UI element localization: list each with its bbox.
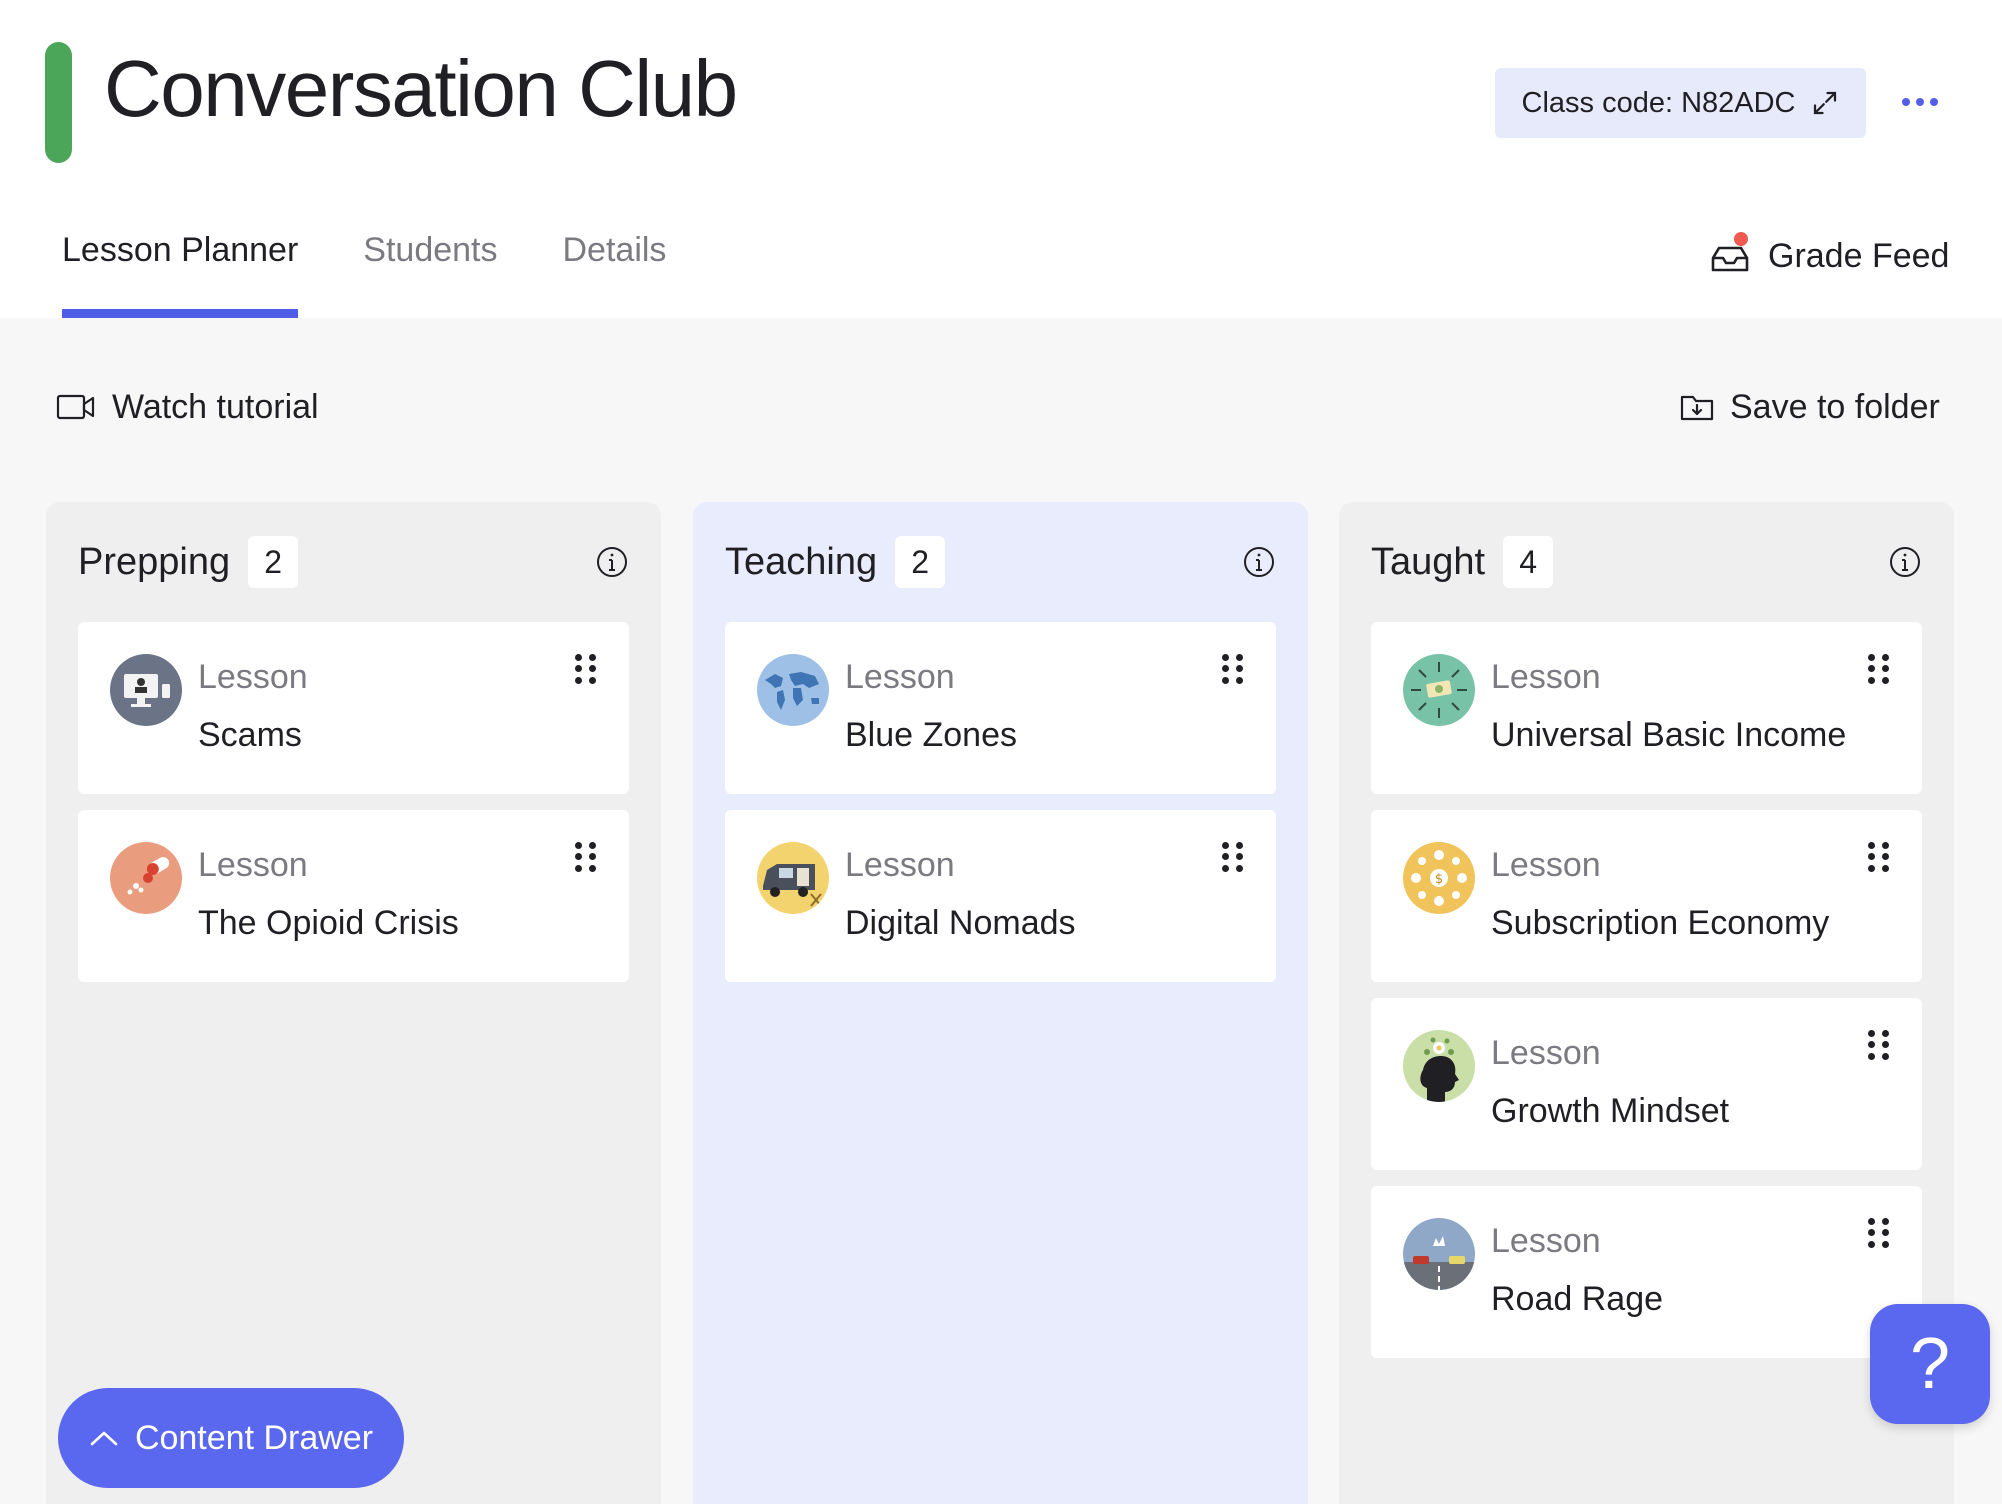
drag-handle-icon[interactable]: [1222, 654, 1244, 684]
lesson-type-label: Lesson: [198, 846, 308, 884]
lesson-type-label: Lesson: [1491, 1034, 1601, 1072]
lesson-type-label: Lesson: [845, 658, 955, 696]
tab-lesson-planner[interactable]: Lesson Planner: [62, 225, 299, 318]
lesson-title: Growth Mindset: [1491, 1092, 1730, 1130]
money-icon: [1403, 654, 1475, 726]
column-count-badge: 2: [895, 536, 946, 588]
title-accent-bar: [45, 42, 72, 163]
lesson-card-scams[interactable]: Lesson Scams: [78, 622, 629, 794]
grade-feed-label: Grade Feed: [1768, 236, 1950, 275]
head-flowers-icon: [1403, 1030, 1475, 1102]
column-count-badge: 4: [1503, 536, 1554, 588]
watch-tutorial-button[interactable]: Watch tutorial: [56, 382, 319, 432]
lesson-title: Scams: [198, 716, 302, 754]
lesson-type-label: Lesson: [1491, 846, 1601, 884]
pills-icon: [110, 842, 182, 914]
lesson-card-opioid-crisis[interactable]: Lesson The Opioid Crisis: [78, 810, 629, 982]
cars-road-icon: [1403, 1218, 1475, 1290]
column-count-badge: 2: [248, 536, 299, 588]
drag-handle-icon[interactable]: [1868, 842, 1890, 872]
column-teaching: Teaching 2 Lesson Blue Zones Lesson Digi…: [693, 502, 1308, 1504]
lesson-card-subscription-economy[interactable]: $ Lesson Subscription Economy: [1371, 810, 1922, 982]
drag-handle-icon[interactable]: [1868, 1030, 1890, 1060]
lesson-type-label: Lesson: [845, 846, 955, 884]
computer-scam-icon: [110, 654, 182, 726]
watch-tutorial-label: Watch tutorial: [112, 387, 319, 426]
page-header: Conversation Club Class code: N82ADC Les…: [0, 0, 2002, 318]
info-icon[interactable]: [595, 545, 629, 579]
chevron-up-icon: [90, 1431, 118, 1446]
lesson-card-digital-nomads[interactable]: Lesson Digital Nomads: [725, 810, 1276, 982]
column-taught: Taught 4 Lesson Universal Basic Income $…: [1339, 502, 1954, 1504]
lesson-card-blue-zones[interactable]: Lesson Blue Zones: [725, 622, 1276, 794]
content-drawer-label: Content Drawer: [134, 1418, 374, 1457]
lesson-card-road-rage[interactable]: Lesson Road Rage: [1371, 1186, 1922, 1358]
class-code-label: Class code: N82ADC: [1521, 86, 1796, 119]
save-to-folder-label: Save to folder: [1730, 387, 1940, 426]
notification-dot: [1734, 232, 1748, 246]
column-prepping: Prepping 2 Lesson Scams Lesson The Opioi…: [46, 502, 661, 1504]
lesson-type-label: Lesson: [1491, 658, 1601, 696]
lesson-title: Road Rage: [1491, 1280, 1664, 1318]
info-icon[interactable]: [1242, 545, 1276, 579]
camper-van-icon: [757, 842, 829, 914]
video-camera-icon: [56, 394, 95, 420]
lesson-title: The Opioid Crisis: [198, 904, 459, 942]
lesson-type-label: Lesson: [1491, 1222, 1601, 1260]
svg-text:$: $: [1435, 872, 1443, 887]
drag-handle-icon[interactable]: [575, 654, 597, 684]
lesson-title: Blue Zones: [845, 716, 1017, 754]
column-title: Teaching: [725, 540, 878, 583]
dollar-network-icon: $: [1403, 842, 1475, 914]
lesson-title: Digital Nomads: [845, 904, 1076, 942]
world-map-icon: [757, 654, 829, 726]
info-icon[interactable]: [1888, 545, 1922, 579]
more-options-icon[interactable]: [1895, 80, 1945, 124]
class-code-button[interactable]: Class code: N82ADC: [1495, 68, 1866, 138]
tab-details[interactable]: Details: [563, 225, 667, 318]
drag-handle-icon[interactable]: [575, 842, 597, 872]
content-drawer-button[interactable]: Content Drawer: [58, 1388, 404, 1488]
drag-handle-icon[interactable]: [1222, 842, 1244, 872]
page-title: Conversation Club: [104, 44, 738, 133]
lesson-title: Subscription Economy: [1491, 904, 1830, 942]
lesson-card-growth-mindset[interactable]: Lesson Growth Mindset: [1371, 998, 1922, 1170]
inbox-icon: [1710, 232, 1750, 274]
drag-handle-icon[interactable]: [1868, 1218, 1890, 1248]
folder-download-icon: [1680, 395, 1714, 421]
drag-handle-icon[interactable]: [1868, 654, 1890, 684]
tab-students[interactable]: Students: [363, 225, 497, 318]
tab-bar: Lesson Planner Students Details: [62, 225, 731, 318]
lesson-type-label: Lesson: [198, 658, 308, 696]
lesson-card-universal-basic-income[interactable]: Lesson Universal Basic Income: [1371, 622, 1922, 794]
expand-icon: [1813, 91, 1836, 115]
grade-feed-button[interactable]: Grade Feed: [1710, 230, 1949, 282]
help-button[interactable]: ?: [1870, 1304, 1990, 1424]
column-title: Prepping: [78, 540, 231, 583]
save-to-folder-button[interactable]: Save to folder: [1680, 382, 1940, 432]
lesson-title: Universal Basic Income: [1491, 716, 1847, 754]
column-title: Taught: [1371, 540, 1486, 583]
